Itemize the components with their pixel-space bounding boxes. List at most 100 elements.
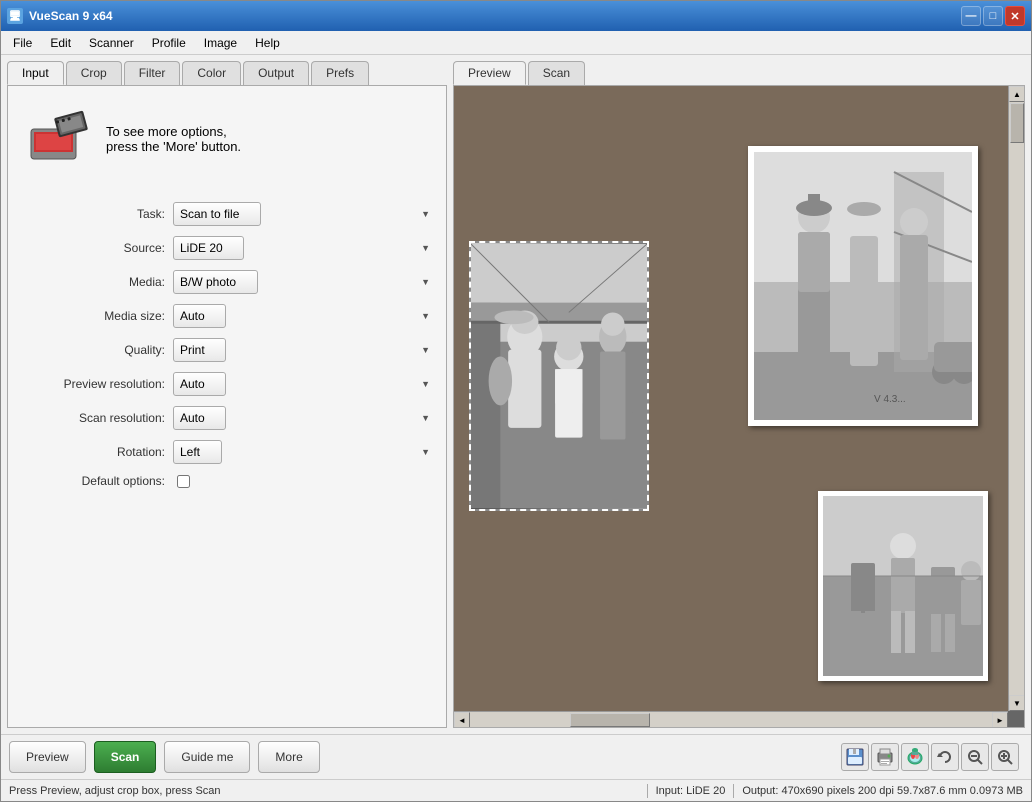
menu-image[interactable]: Image (196, 34, 245, 52)
preview-button[interactable]: Preview (9, 741, 86, 773)
menu-bar: File Edit Scanner Profile Image Help (1, 31, 1031, 55)
scroll-thumb-vertical[interactable] (1010, 103, 1024, 143)
tab-prefs[interactable]: Prefs (311, 61, 369, 85)
close-button[interactable]: ✕ (1005, 6, 1025, 26)
svg-text:V 4.3...: V 4.3... (874, 394, 906, 405)
tab-crop[interactable]: Crop (66, 61, 122, 85)
main-content: Input Crop Filter Color Output Prefs (1, 55, 1031, 734)
task-label: Task: (18, 207, 173, 221)
scan-background: V 4.3... (454, 86, 1008, 711)
quality-select-wrapper: Print (173, 338, 436, 362)
more-button[interactable]: More (258, 741, 319, 773)
album-background: V 4.3... (454, 86, 1008, 711)
window-title: VueScan 9 x64 (29, 9, 113, 23)
left-tabs: Input Crop Filter Color Output Prefs (7, 61, 447, 85)
preview-res-select[interactable]: Auto (173, 372, 226, 396)
title-bar: 🖥 VueScan 9 x64 — □ ✕ (1, 1, 1031, 31)
tab-output[interactable]: Output (243, 61, 309, 85)
info-text: To see more options, press the 'More' bu… (106, 124, 241, 154)
scroll-left-button[interactable]: ◄ (454, 712, 470, 728)
media-label: Media: (18, 275, 173, 289)
photo-inner-3 (823, 496, 983, 676)
media-row: Media: B/W photo (18, 270, 436, 294)
rotation-select-wrapper: Left (173, 440, 436, 464)
app-icon: 🖥 (7, 8, 23, 24)
scan-res-row: Scan resolution: Auto (18, 406, 436, 430)
menu-help[interactable]: Help (247, 34, 288, 52)
source-select-wrapper: LiDE 20 (173, 236, 436, 260)
tab-filter[interactable]: Filter (124, 61, 181, 85)
task-select[interactable]: Scan to file (173, 202, 261, 226)
task-row: Task: Scan to file (18, 202, 436, 226)
bottom-bar: Preview Scan Guide me More (1, 734, 1031, 779)
status-separator-2 (733, 784, 734, 798)
left-panel-body: To see more options, press the 'More' bu… (7, 85, 447, 728)
scroll-up-button[interactable]: ▲ (1009, 86, 1025, 102)
status-separator-1 (647, 784, 648, 798)
quality-label: Quality: (18, 343, 173, 357)
status-input-text: Input: LiDE 20 (656, 785, 726, 797)
media-size-row: Media size: Auto (18, 304, 436, 328)
media-select-wrapper: B/W photo (173, 270, 436, 294)
right-panel: Preview Scan (453, 61, 1025, 728)
title-controls: — □ ✕ (961, 6, 1025, 26)
default-options-row: Default options: (18, 474, 436, 488)
photo-inner-2: V 4.3... (754, 152, 972, 420)
scroll-down-button[interactable]: ▼ (1009, 695, 1025, 711)
preview-scrollbar-horizontal[interactable]: ◄ ► (454, 711, 1008, 727)
default-options-label: Default options: (18, 474, 173, 488)
main-window: 🖥 VueScan 9 x64 — □ ✕ File Edit Scanner … (0, 0, 1032, 802)
menu-scanner[interactable]: Scanner (81, 34, 142, 52)
source-select[interactable]: LiDE 20 (173, 236, 244, 260)
scan-res-select-wrapper: Auto (173, 406, 436, 430)
scanner-icon (26, 104, 96, 174)
scan-button[interactable]: Scan (94, 741, 157, 773)
guide-button[interactable]: Guide me (164, 741, 250, 773)
minimize-button[interactable]: — (961, 6, 981, 26)
tab-preview[interactable]: Preview (453, 61, 526, 85)
photo-selected (469, 241, 649, 511)
tab-scan[interactable]: Scan (528, 61, 585, 85)
tab-color[interactable]: Color (182, 61, 241, 85)
photo-inner-1 (471, 243, 647, 509)
preview-res-row: Preview resolution: Auto (18, 372, 436, 396)
source-label: Source: (18, 241, 173, 255)
preview-scrollbar-vertical[interactable]: ▲ ▼ (1008, 86, 1024, 711)
info-box: To see more options, press the 'More' bu… (18, 96, 436, 182)
title-bar-left: 🖥 VueScan 9 x64 (7, 8, 113, 24)
preview-tabs: Preview Scan (453, 61, 1025, 85)
quality-select[interactable]: Print (173, 338, 226, 362)
status-output-text: Output: 470x690 pixels 200 dpi 59.7x87.6… (742, 785, 1023, 797)
menu-profile[interactable]: Profile (144, 34, 194, 52)
zoom-out-icon-button[interactable] (961, 743, 989, 771)
status-bar: Press Preview, adjust crop box, press Sc… (1, 779, 1031, 801)
scroll-right-button[interactable]: ► (992, 712, 1008, 728)
scroll-thumb-horizontal[interactable] (570, 713, 650, 727)
photo-bottom-right (818, 491, 988, 681)
maximize-button[interactable]: □ (983, 6, 1003, 26)
menu-edit[interactable]: Edit (42, 34, 79, 52)
task-select-wrapper: Scan to file (173, 202, 436, 226)
tab-input[interactable]: Input (7, 61, 64, 85)
media-size-select-wrapper: Auto (173, 304, 436, 328)
preview-res-select-wrapper: Auto (173, 372, 436, 396)
tool-icons (841, 743, 1023, 771)
zoom-in-icon-button[interactable] (991, 743, 1019, 771)
media-select[interactable]: B/W photo (173, 270, 258, 294)
color-icon-button[interactable] (901, 743, 929, 771)
source-row: Source: LiDE 20 (18, 236, 436, 260)
scroll-track-horizontal (470, 712, 992, 727)
scan-res-label: Scan resolution: (18, 411, 173, 425)
print-icon-button[interactable] (871, 743, 899, 771)
default-options-checkbox[interactable] (177, 475, 190, 488)
left-panel: Input Crop Filter Color Output Prefs (7, 61, 447, 728)
rotation-row: Rotation: Left (18, 440, 436, 464)
status-left-text: Press Preview, adjust crop box, press Sc… (9, 785, 639, 797)
quality-row: Quality: Print (18, 338, 436, 362)
save-icon-button[interactable] (841, 743, 869, 771)
menu-file[interactable]: File (5, 34, 40, 52)
rotation-select[interactable]: Left (173, 440, 222, 464)
media-size-select[interactable]: Auto (173, 304, 226, 328)
rotate-icon-button[interactable] (931, 743, 959, 771)
scan-res-select[interactable]: Auto (173, 406, 226, 430)
